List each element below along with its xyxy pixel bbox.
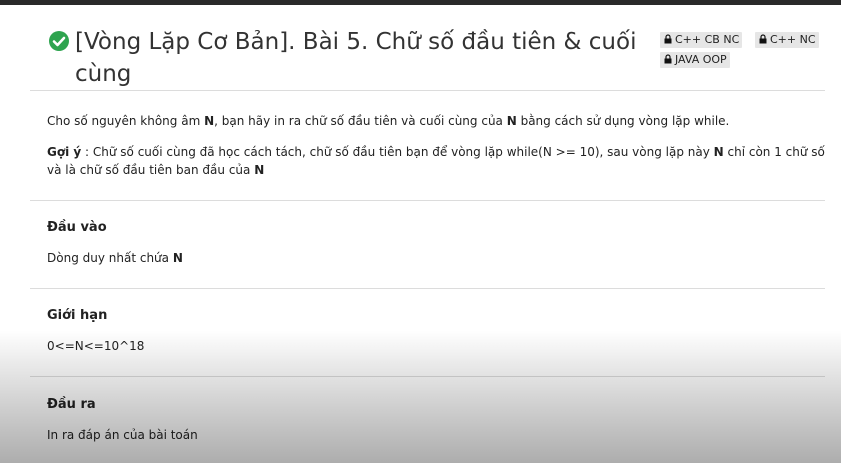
divider [30, 376, 825, 377]
divider [30, 200, 825, 201]
problem-intro: Cho số nguyên không âm N, bạn hãy in ra … [47, 112, 827, 130]
input-section-text: Dòng duy nhất chứa N [47, 251, 183, 265]
check-circle-icon [49, 31, 69, 51]
limit-section-title: Giới hạn [47, 308, 108, 323]
variable-n: N [713, 145, 724, 159]
input-section-title: Đầu vào [47, 220, 107, 235]
intro-text: , bạn hãy in ra chữ số đầu tiên và cuối … [214, 114, 507, 128]
intro-text: bằng cách sử dụng vòng lặp while. [516, 114, 730, 128]
top-bar [0, 0, 841, 5]
divider [30, 288, 825, 289]
hint-label: Gợi ý [47, 145, 82, 159]
input-text: Dòng duy nhất chứa [47, 251, 173, 265]
problem-title: [Vòng Lặp Cơ Bản]. Bài 5. Chữ số đầu tiê… [75, 29, 637, 87]
lock-icon [664, 34, 672, 44]
variable-n: N [254, 163, 265, 177]
limit-section-text: 0<=N<=10^18 [47, 339, 145, 353]
output-section-title: Đầu ra [47, 397, 96, 412]
tag-cpp-nc[interactable]: C++ NC [755, 32, 819, 48]
tag-label: C++ CB NC [675, 33, 740, 46]
lock-icon [664, 54, 672, 64]
tag-label: JAVA OOP [675, 53, 727, 66]
tag-cpp-cb-nc[interactable]: C++ CB NC [660, 32, 743, 48]
tag-java-oop[interactable]: JAVA OOP [660, 52, 730, 68]
variable-n: N [172, 251, 183, 265]
lock-icon [759, 34, 767, 44]
variable-n: N [506, 114, 517, 128]
variable-n: N [204, 114, 215, 128]
tag-list: C++ CB NC C++ NC JAVA OOP [660, 32, 830, 72]
output-section-text: In ra đáp án của bài toán [47, 428, 198, 442]
hint-text: : Chữ số cuối cùng đã học cách tách, chữ… [81, 145, 714, 159]
tag-label: C++ NC [770, 33, 816, 46]
intro-text: Cho số nguyên không âm [47, 114, 205, 128]
problem-hint: Gợi ý : Chữ số cuối cùng đã học cách tác… [47, 143, 827, 179]
divider [30, 90, 825, 91]
